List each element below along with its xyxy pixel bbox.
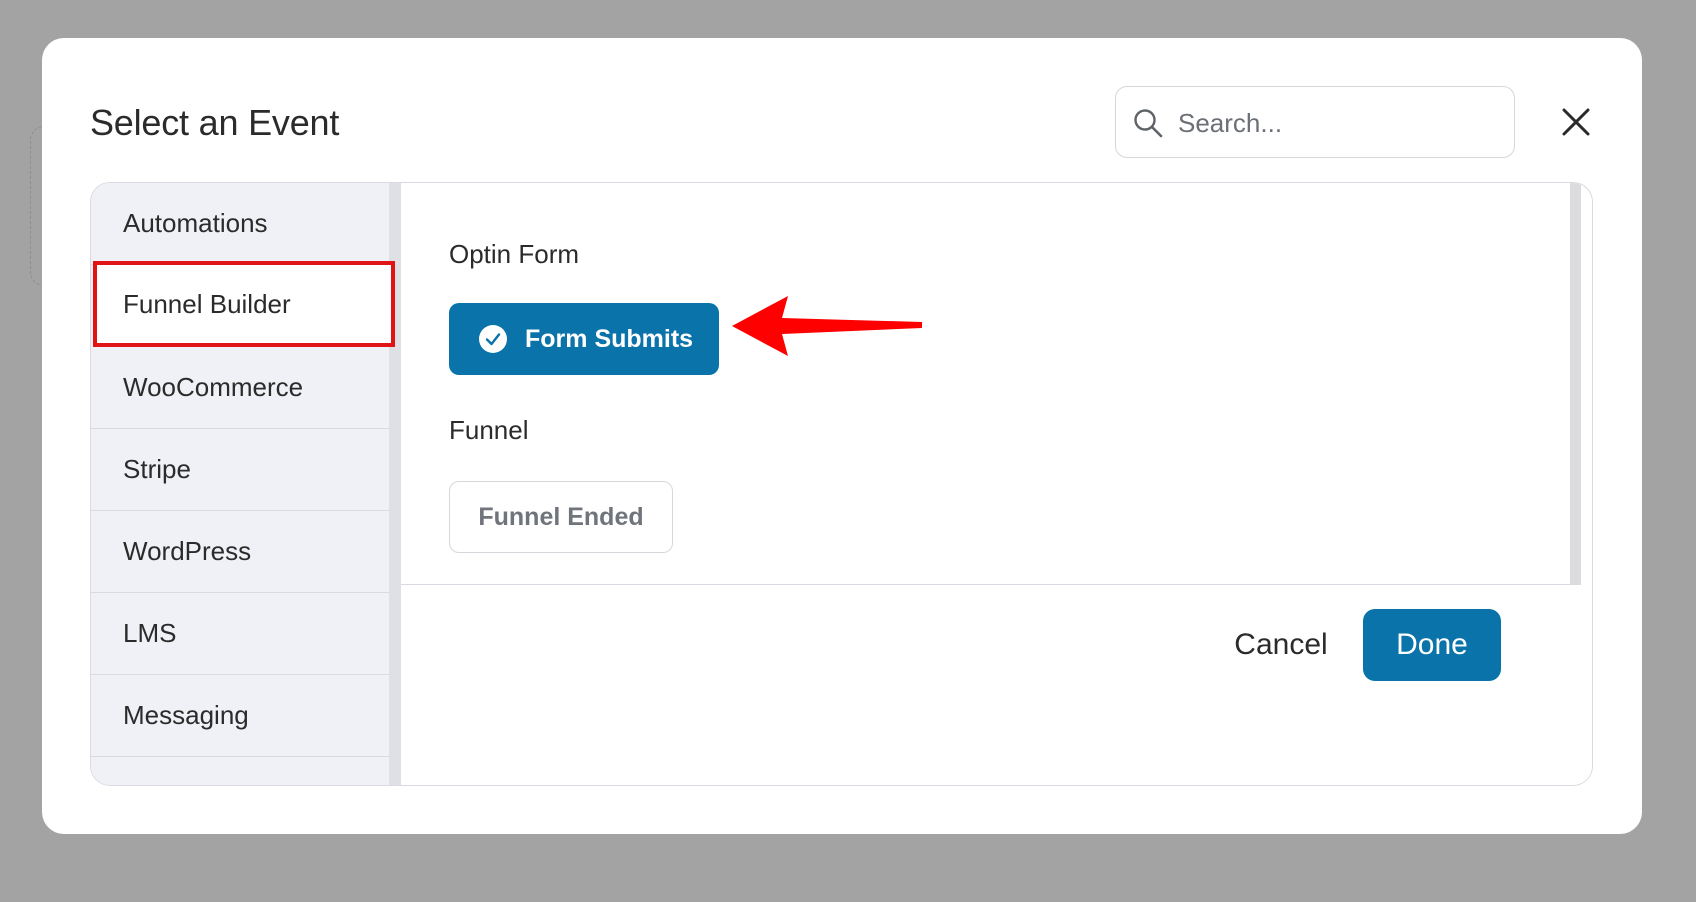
cancel-button[interactable]: Cancel <box>1211 609 1351 681</box>
close-button[interactable] <box>1556 102 1596 142</box>
sidebar-item-label: Messaging <box>123 700 249 730</box>
sidebar-item-label: Automations <box>123 208 268 238</box>
sidebar-item-label: Funnel Builder <box>123 288 291 319</box>
dialog-footer: Cancel Done <box>401 585 1592 785</box>
sidebar-item-funnel-builder[interactable]: Funnel Builder <box>93 261 395 347</box>
event-list: Optin Form Form Submits Funnel Funnel En… <box>401 183 1581 585</box>
sidebar-item-messaging[interactable]: Messaging <box>91 675 389 757</box>
sidebar-item-label: WordPress <box>123 536 252 566</box>
event-funnel-ended-button[interactable]: Funnel Ended <box>449 481 673 553</box>
sidebar-item-wordpress[interactable]: WordPress <box>91 511 389 593</box>
select-event-dialog: Select an Event Automations Funnel Build… <box>42 38 1642 834</box>
sidebar-item-label: LMS <box>123 618 177 648</box>
check-circle-icon <box>479 325 507 353</box>
sidebar-item-label: WooCommerce <box>123 372 304 402</box>
group-heading-optin-form: Optin Form <box>449 239 580 269</box>
sidebar-item-automations[interactable]: Automations <box>91 183 389 265</box>
search-input[interactable] <box>1178 101 1498 145</box>
event-label: Funnel Ended <box>478 502 644 531</box>
event-label: Form Submits <box>525 324 694 353</box>
close-icon <box>1562 108 1590 136</box>
sidebar-item-stripe[interactable]: Stripe <box>91 429 389 511</box>
group-heading-funnel: Funnel <box>449 415 529 445</box>
event-selector-panel: Automations Funnel Builder WooCommerce S… <box>90 182 1593 786</box>
dialog-title: Select an Event <box>90 102 340 143</box>
category-sidebar: Automations Funnel Builder WooCommerce S… <box>91 183 401 785</box>
content-scrollbar[interactable] <box>1570 183 1581 585</box>
sidebar-item-woocommerce[interactable]: WooCommerce <box>91 347 389 429</box>
search-box[interactable] <box>1115 86 1515 158</box>
sidebar-item-label: Stripe <box>123 454 191 484</box>
annotation-arrow-icon <box>732 296 922 356</box>
search-icon <box>1134 109 1163 138</box>
sidebar-item-lms[interactable]: LMS <box>91 593 389 675</box>
event-form-submits-button[interactable]: Form Submits <box>449 303 719 375</box>
done-button[interactable]: Done <box>1363 609 1501 681</box>
